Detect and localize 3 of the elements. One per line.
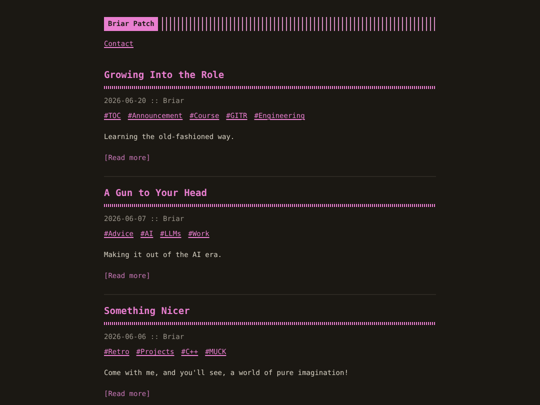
post-title[interactable]: Growing Into the Role xyxy=(104,70,224,82)
post-title[interactable]: A Gun to Your Head xyxy=(104,188,207,200)
post-title[interactable]: Something Nicer xyxy=(104,306,190,318)
